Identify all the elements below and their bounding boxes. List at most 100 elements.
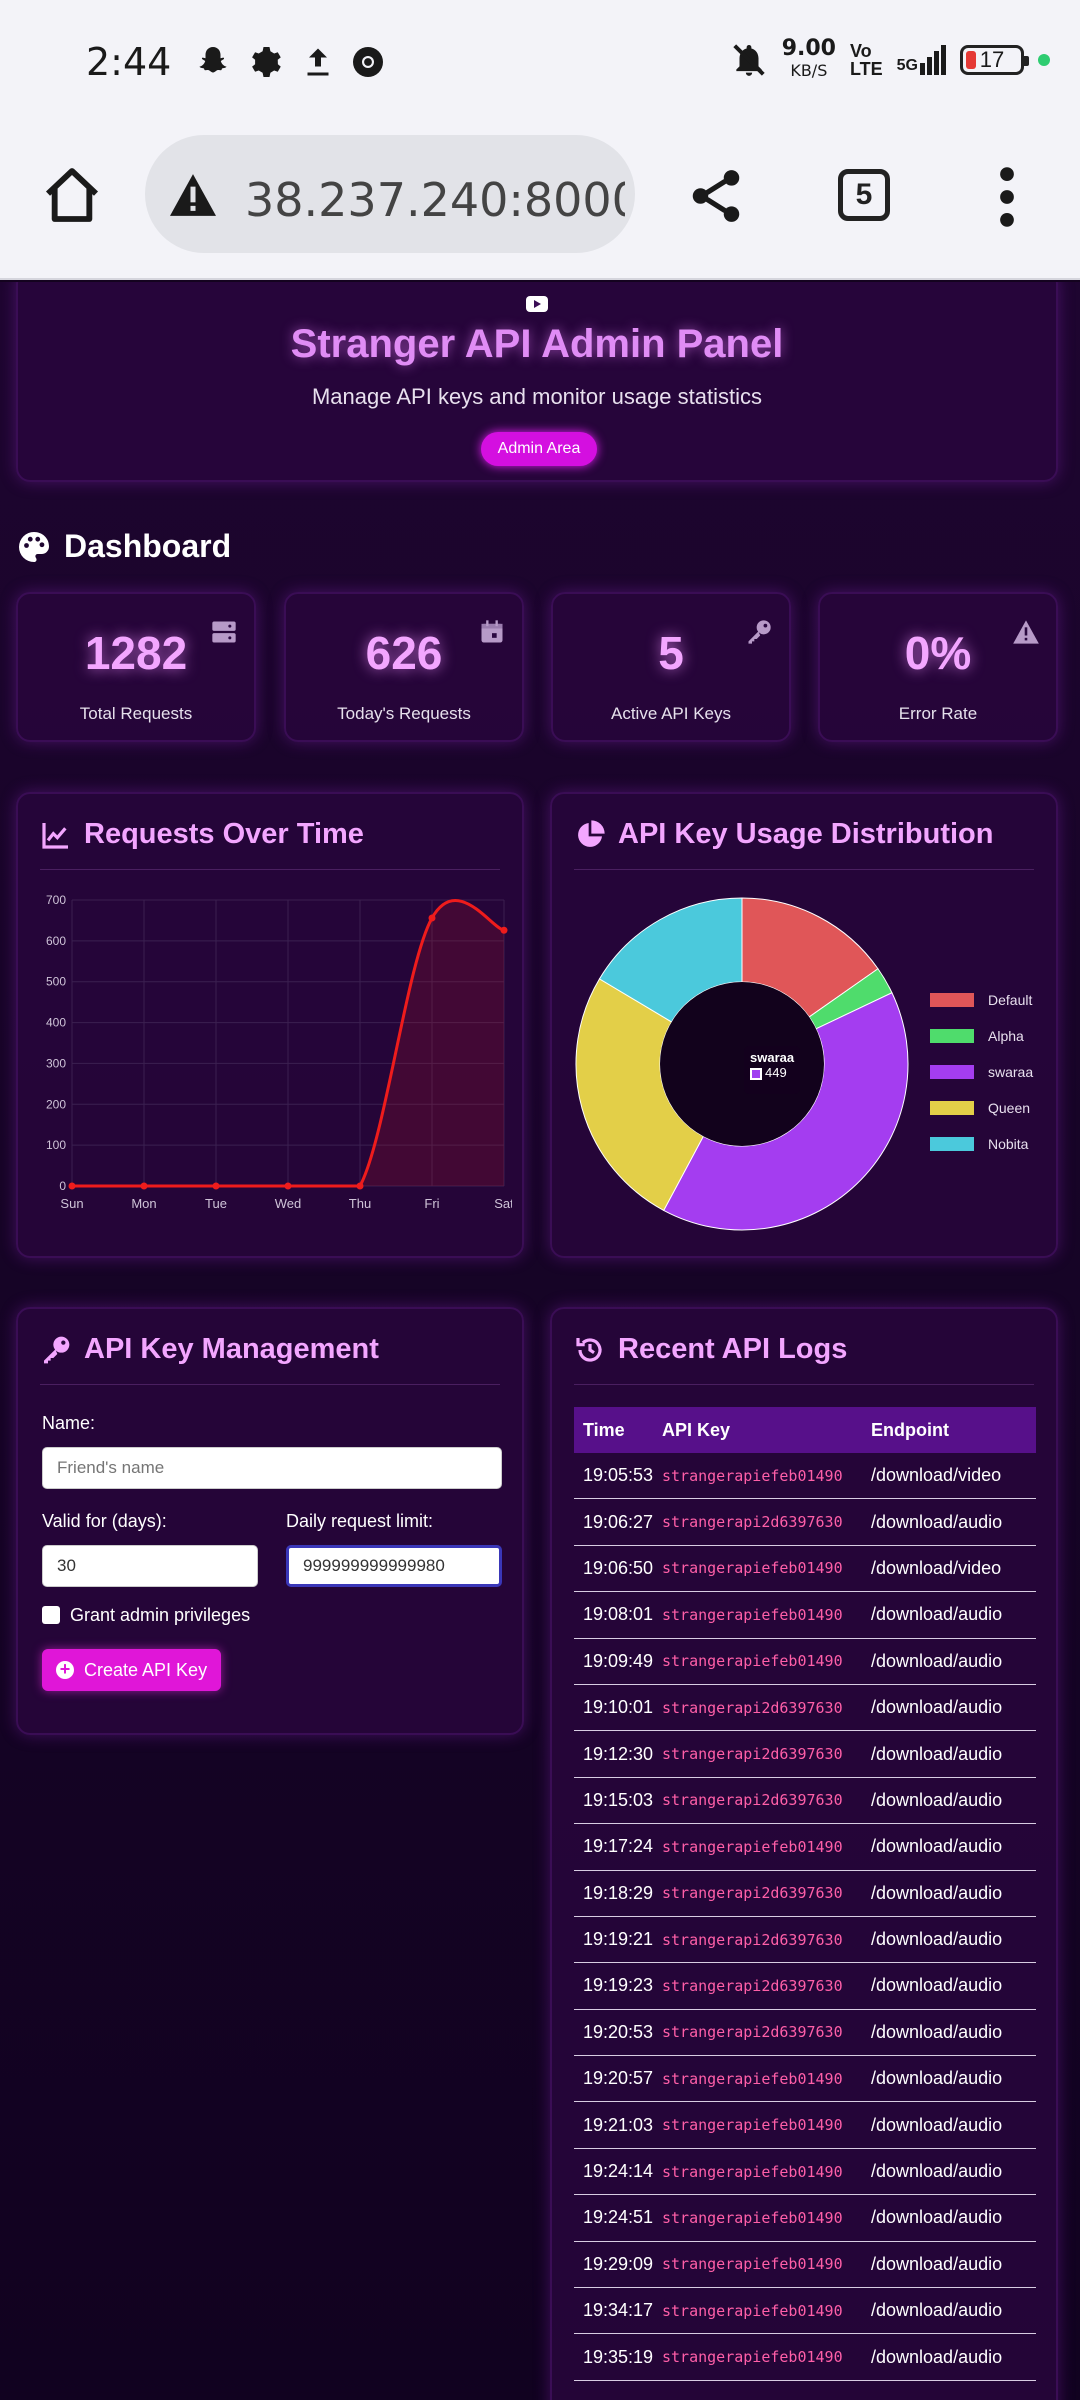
log-cell-endpoint: /download/audio <box>871 2300 1003 2321</box>
y-tick-label: 100 <box>46 1138 66 1152</box>
table-row: 19:35:19 strangerapiefeb01490/download/au… <box>574 2334 1036 2381</box>
table-row: 19:24:14 strangerapiefeb01490/download/au… <box>574 2149 1036 2196</box>
legend-label: Queen <box>988 1100 1031 1116</box>
stat-card-total-requests: 1282 Total Requests <box>16 592 256 742</box>
log-cell-time: 19:05:53 <box>583 1465 654 1486</box>
log-cell-key: strangerapi2d6397630 <box>662 2023 843 2042</box>
home-icon[interactable] <box>40 163 104 227</box>
recent-logs-panel: Recent API Logs Time API Key Endpoint 19… <box>550 1307 1058 2400</box>
name-input[interactable] <box>42 1447 502 1489</box>
legend-item[interactable]: Queen <box>930 1090 1033 1126</box>
log-cell-key: strangerapiefeb01490 <box>662 1605 843 1624</box>
log-cell-time: 19:10:01 <box>583 1697 654 1718</box>
browser-toolbar: 38.237.240:8000 5 <box>0 125 1080 280</box>
log-cell-key: strangerapi2d6397630 <box>662 1930 843 1949</box>
key-icon <box>44 1336 70 1363</box>
create-api-key-button[interactable]: + Create API Key <box>42 1649 222 1691</box>
plus-circle-icon: + <box>56 1660 74 1679</box>
table-row: 19:08:01 strangerapiefeb01490/download/au… <box>574 1592 1036 1639</box>
table-row: 19:34:17 strangerapiefeb01490/download/au… <box>574 2288 1036 2335</box>
stat-label: Error Rate <box>898 704 978 723</box>
network-speed: 9.00 KB/S <box>781 36 836 81</box>
table-row: 19:17:24 strangerapiefeb01490/download/au… <box>574 1824 1036 1871</box>
panel-heading: Recent API Logs <box>574 1333 1034 1385</box>
page-title: Stranger API Admin Panel <box>290 322 784 366</box>
log-cell-key: strangerapiefeb01490 <box>662 2069 843 2088</box>
log-cell-key: strangerapi2d6397630 <box>662 1884 843 1903</box>
log-cell-time: 19:12:30 <box>583 1743 654 1764</box>
x-tick-label: Wed <box>275 1196 302 1211</box>
url-bar[interactable]: 38.237.240:8000 <box>145 135 635 253</box>
panel-heading: API Key Usage Distribution <box>574 818 1034 870</box>
legend-item[interactable]: Default <box>930 982 1033 1018</box>
log-cell-time: 19:19:21 <box>583 1929 654 1950</box>
legend-label: Default <box>988 992 1033 1008</box>
youtube-icon <box>526 296 548 312</box>
table-row: 19:24:51 strangerapiefeb01490/download/au… <box>574 2195 1036 2242</box>
log-cell-key: strangerapi2d6397630 <box>662 1698 843 1717</box>
dashboard-heading: Dashboard <box>16 528 231 565</box>
legend-item[interactable]: swaraa <box>930 1054 1033 1090</box>
log-cell-time: 19:19:23 <box>583 1975 654 1996</box>
not-secure-warning-icon[interactable] <box>167 172 219 218</box>
log-cell-time: 19:34:17 <box>583 2300 654 2321</box>
upload-icon <box>307 48 329 76</box>
y-tick-label: 200 <box>46 1097 66 1111</box>
data-point <box>356 1182 364 1190</box>
mute-bell-icon <box>733 44 765 76</box>
legend-label: Nobita <box>988 1136 1029 1152</box>
valid-days-input[interactable] <box>42 1545 258 1587</box>
tab-switcher-button[interactable]: 5 <box>838 169 890 221</box>
legend-swatch <box>930 1137 974 1151</box>
share-icon[interactable] <box>685 165 747 227</box>
log-cell-key: strangerapiefeb01490 <box>662 1466 843 1485</box>
stat-card-todays-requests: 626 Today's Requests <box>284 592 524 742</box>
palette-icon <box>19 531 49 562</box>
y-tick-label: 600 <box>46 934 66 948</box>
legend-swatch <box>930 1065 974 1079</box>
log-cell-key: strangerapiefeb01490 <box>662 2348 843 2367</box>
url-text[interactable]: 38.237.240:8000 <box>245 173 625 227</box>
log-cell-endpoint: /download/audio <box>871 1697 1003 1718</box>
log-cell-key: strangerapiefeb01490 <box>662 1837 843 1856</box>
y-tick-label: 0 <box>59 1179 66 1193</box>
legend-item[interactable]: Nobita <box>930 1126 1033 1162</box>
log-cell-key: strangerapiefeb01490 <box>662 1559 843 1578</box>
logs-table-header: Time API Key Endpoint <box>574 1407 1036 1453</box>
volte-indicator: Vo LTE <box>849 41 883 79</box>
more-menu-icon[interactable] <box>990 165 1024 229</box>
stat-value: 1282 <box>84 627 188 679</box>
daily-limit-input[interactable] <box>286 1545 502 1587</box>
log-cell-time: 19:24:14 <box>583 2161 654 2182</box>
log-cell-time: 19:08:01 <box>583 1604 654 1625</box>
log-cell-key: strangerapiefeb01490 <box>662 2116 843 2135</box>
log-cell-key: strangerapiefeb01490 <box>662 2162 843 2181</box>
log-cell-endpoint: /download/audio <box>871 1789 1003 1810</box>
hero-header: Stranger API Admin Panel Manage API keys… <box>16 282 1058 482</box>
history-icon <box>576 1337 602 1362</box>
log-cell-endpoint: /download/audio <box>871 1604 1003 1625</box>
api-key-management-panel: API Key Management Name: Valid for (days… <box>16 1307 524 1735</box>
log-cell-endpoint: /download/audio <box>871 1975 1003 1996</box>
log-cell-endpoint: /download/audio <box>871 1836 1003 1857</box>
admin-privileges-checkbox[interactable] <box>42 1606 60 1624</box>
table-row: 19:19:21 strangerapi2d6397630/download/au… <box>574 1917 1036 1964</box>
tooltip-swatch <box>750 1067 762 1080</box>
table-row: 19:29:09 strangerapiefeb01490/download/au… <box>574 2242 1036 2289</box>
chart-tooltip: swaraa 449 <box>744 1046 800 1094</box>
data-point <box>140 1182 148 1190</box>
log-cell-time: 19:20:53 <box>583 2021 654 2042</box>
x-tick-label: Mon <box>131 1196 156 1211</box>
y-tick-label: 700 <box>46 893 66 907</box>
status-time: 2:44 <box>86 40 172 84</box>
x-tick-label: Tue <box>205 1196 227 1211</box>
log-cell-endpoint: /download/audio <box>871 2114 1003 2135</box>
table-row: 19:12:30 strangerapi2d6397630/download/au… <box>574 1731 1036 1778</box>
legend-swatch <box>930 993 974 1007</box>
signal-icon: 5G <box>897 45 946 75</box>
panel-heading: Requests Over Time <box>40 818 500 870</box>
table-row: 19:20:53 strangerapi2d6397630/download/au… <box>574 2010 1036 2057</box>
log-cell-endpoint: /download/video <box>871 1557 1002 1578</box>
log-cell-key: strangerapi2d6397630 <box>662 1791 843 1810</box>
legend-item[interactable]: Alpha <box>930 1018 1033 1054</box>
